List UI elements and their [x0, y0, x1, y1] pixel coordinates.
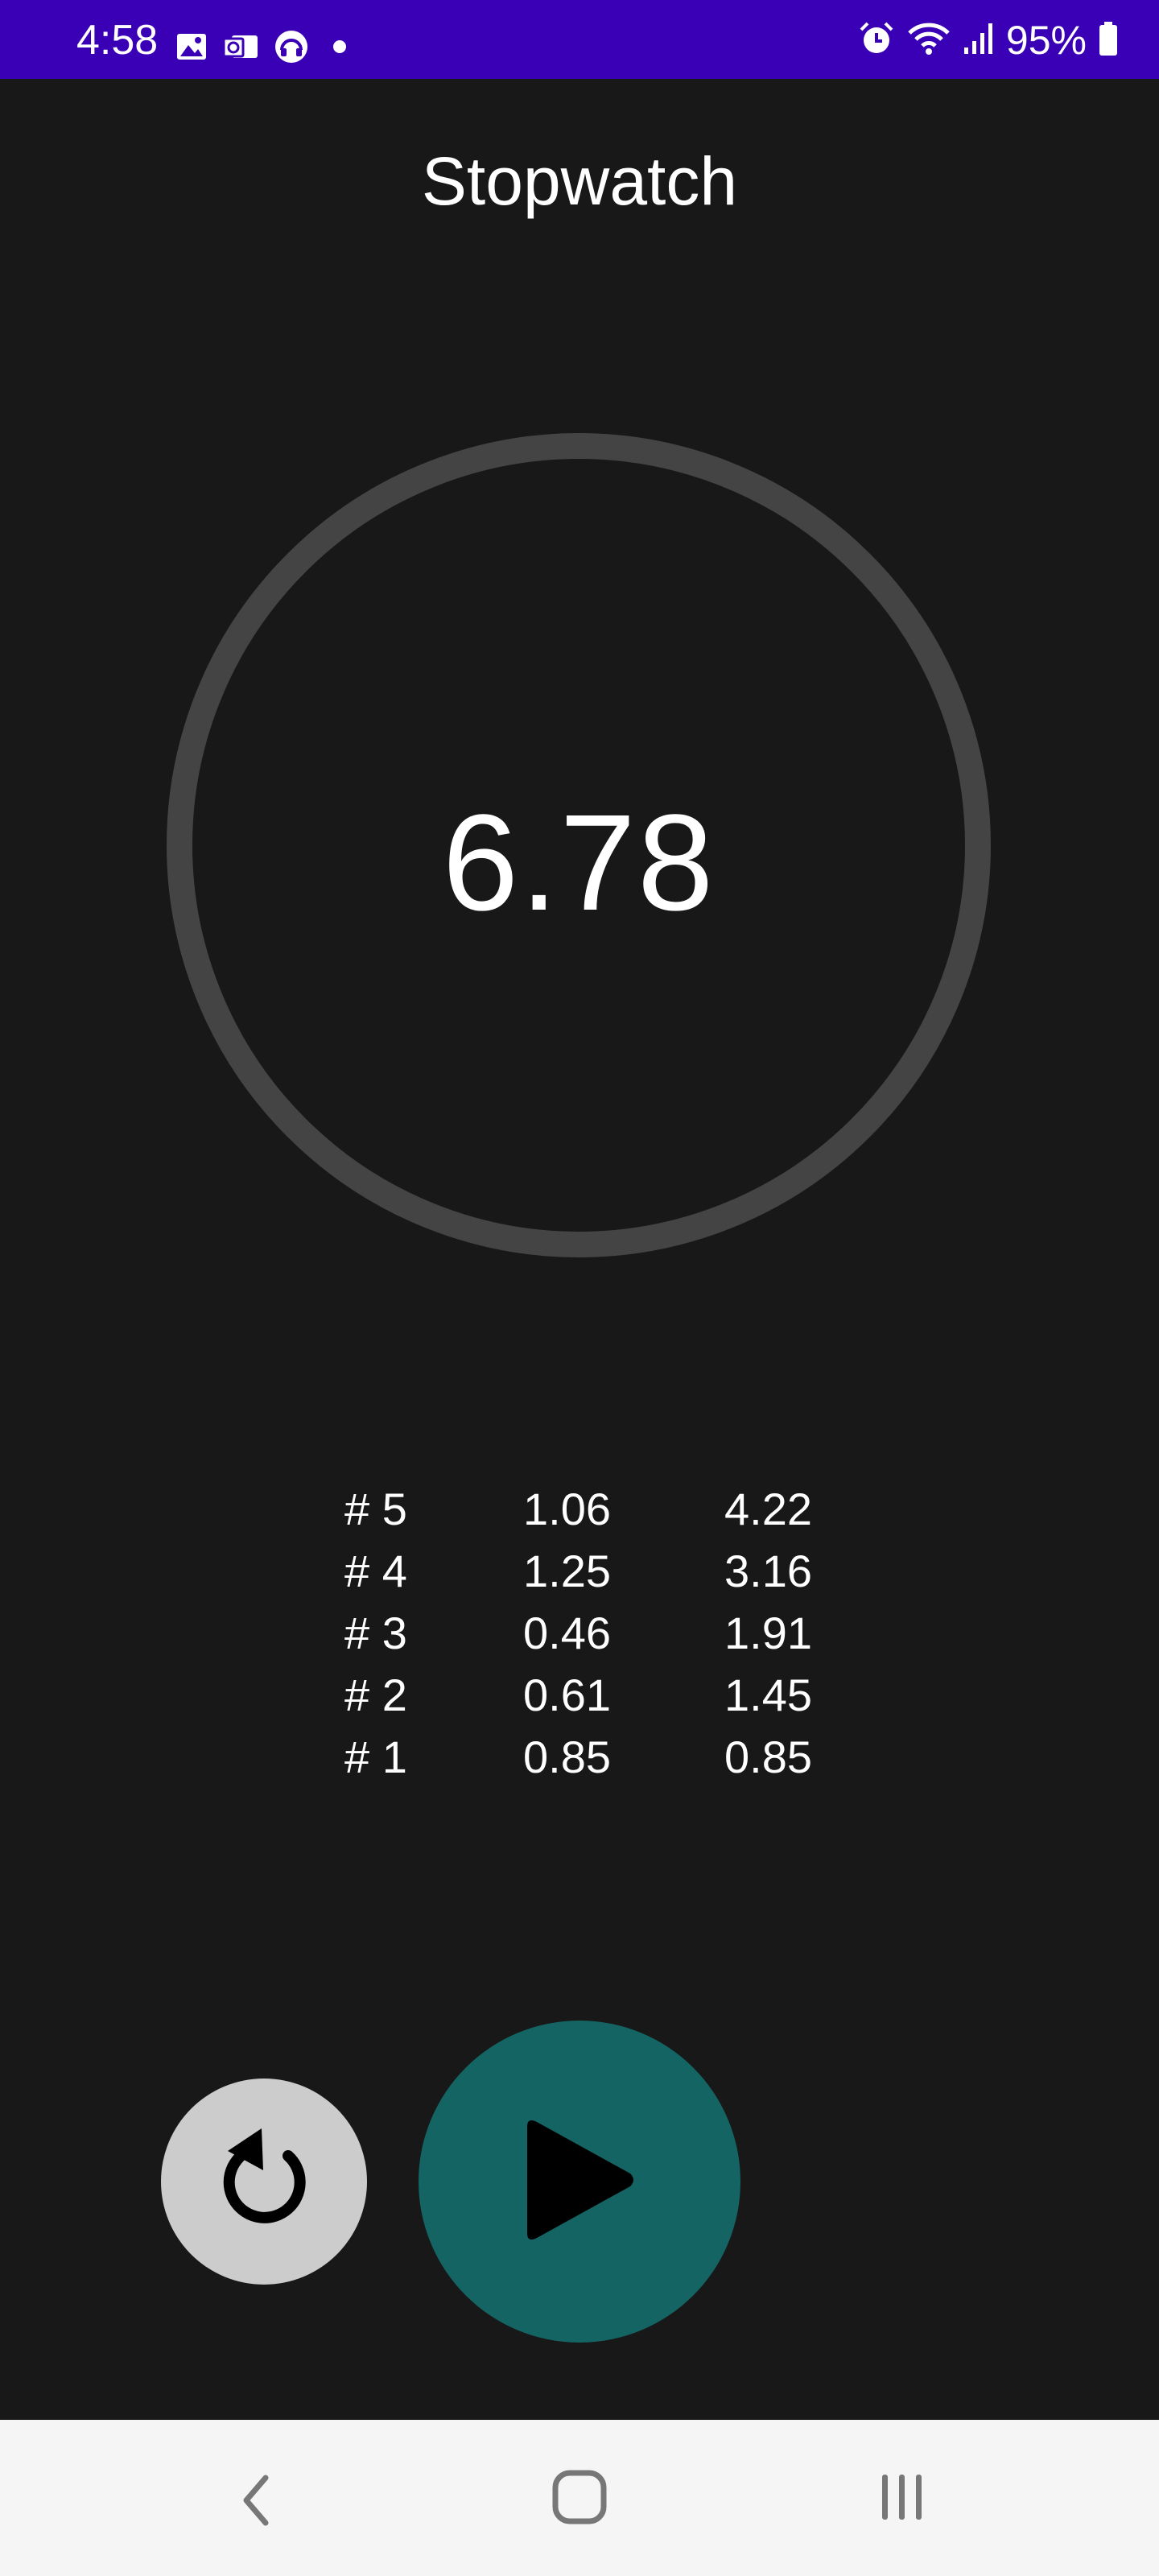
navigation-bar	[0, 2420, 1159, 2576]
lap-total: 1.91	[724, 1608, 812, 1658]
outlook-icon	[222, 31, 259, 63]
reset-icon	[212, 2124, 316, 2240]
lap-row: # 3 0.46 1.91	[344, 1602, 860, 1664]
timer-ring: 6.78	[167, 433, 991, 1257]
home-icon[interactable]	[547, 2465, 612, 2529]
lap-total: 4.22	[724, 1484, 812, 1534]
lap-time: 0.61	[523, 1670, 611, 1720]
dot-icon	[324, 31, 356, 63]
lap-time: 0.46	[523, 1608, 611, 1658]
lap-total: 3.16	[724, 1546, 812, 1596]
lap-list: # 5 1.06 4.22 # 4 1.25 3.16 # 3 0.46 1.9…	[344, 1478, 860, 1788]
lap-row: # 2 0.61 1.45	[344, 1664, 860, 1726]
alarm-icon	[858, 20, 895, 61]
battery-percent: 95%	[1005, 18, 1087, 63]
status-bar: 4:58 95%	[0, 0, 1159, 79]
recents-icon[interactable]	[869, 2465, 934, 2529]
battery-icon	[1098, 20, 1119, 61]
lap-row: # 4 1.25 3.16	[344, 1540, 860, 1602]
lap-number: # 2	[344, 1670, 407, 1720]
lap-total: 0.85	[724, 1732, 812, 1782]
lap-row: # 1 0.85 0.85	[344, 1726, 860, 1788]
status-time: 4:58	[76, 17, 159, 64]
page-title: Stopwatch	[421, 143, 738, 219]
lap-total: 1.45	[724, 1670, 812, 1720]
headset-icon	[274, 29, 309, 64]
system-status: 95%	[858, 18, 1119, 63]
lap-number: # 5	[344, 1484, 407, 1534]
back-icon[interactable]	[225, 2468, 290, 2533]
lap-number: # 4	[344, 1546, 407, 1596]
play-icon	[519, 2116, 640, 2248]
lap-number: # 3	[344, 1608, 407, 1658]
lap-time: 0.85	[523, 1732, 611, 1782]
lap-number: # 1	[344, 1732, 407, 1782]
reset-button[interactable]	[161, 2079, 367, 2285]
wifi-icon	[906, 20, 951, 61]
lap-row: # 5 1.06 4.22	[344, 1478, 860, 1540]
lap-time: 1.25	[523, 1546, 611, 1596]
gallery-icon	[175, 31, 208, 63]
signal-icon	[963, 20, 995, 61]
notification-icons	[175, 29, 356, 64]
lap-time: 1.06	[523, 1484, 611, 1534]
elapsed-time: 6.78	[442, 786, 716, 939]
play-button[interactable]	[419, 2021, 740, 2343]
